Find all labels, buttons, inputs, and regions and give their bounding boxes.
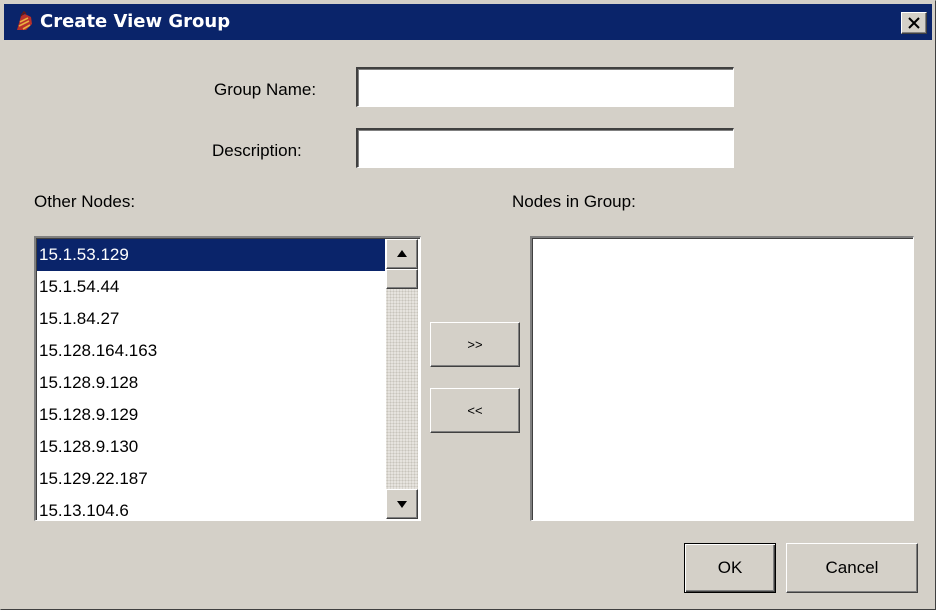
list-item[interactable]: 15.1.54.44 xyxy=(37,271,385,303)
group-name-label: Group Name: xyxy=(214,80,317,99)
list-item[interactable]: 15.128.164.163 xyxy=(37,335,385,367)
list-item[interactable]: 15.129.22.187 xyxy=(37,463,385,495)
list-item[interactable]: 15.128.9.129 xyxy=(37,399,385,431)
list-item[interactable]: 15.128.9.128 xyxy=(37,367,385,399)
nodes-in-group-label: Nodes in Group: xyxy=(512,192,636,211)
list-item[interactable]: 15.13.104.6 xyxy=(37,495,385,520)
scroll-up-button[interactable] xyxy=(386,239,418,269)
other-nodes-label: Other Nodes: xyxy=(34,192,136,211)
scroll-down-button[interactable] xyxy=(386,489,418,519)
list-item[interactable]: 15.1.53.129 xyxy=(37,239,385,271)
vertical-scrollbar[interactable] xyxy=(386,239,418,519)
app-icon xyxy=(12,10,36,34)
description-input[interactable] xyxy=(356,128,734,168)
close-button[interactable] xyxy=(901,12,927,34)
remove-from-group-button[interactable]: << xyxy=(430,388,520,433)
list-item[interactable]: 15.128.9.130 xyxy=(37,431,385,463)
title-bar[interactable]: Create View Group xyxy=(4,4,932,40)
scroll-thumb[interactable] xyxy=(386,269,418,289)
ok-button[interactable]: OK xyxy=(684,543,776,593)
nodes-in-group-list[interactable] xyxy=(530,236,914,521)
other-nodes-list[interactable]: 15.1.53.129 15.1.54.44 15.1.84.27 15.128… xyxy=(34,236,421,521)
add-to-group-button[interactable]: >> xyxy=(430,322,520,367)
description-label: Description: xyxy=(212,141,302,160)
create-view-group-dialog: Create View Group Group Name: Descriptio… xyxy=(0,0,936,610)
window-title: Create View Group xyxy=(40,11,231,32)
group-name-input[interactable] xyxy=(356,67,734,107)
other-nodes-items: 15.1.53.129 15.1.54.44 15.1.84.27 15.128… xyxy=(37,239,385,520)
cancel-button[interactable]: Cancel xyxy=(786,543,918,593)
list-item[interactable]: 15.1.84.27 xyxy=(37,303,385,335)
